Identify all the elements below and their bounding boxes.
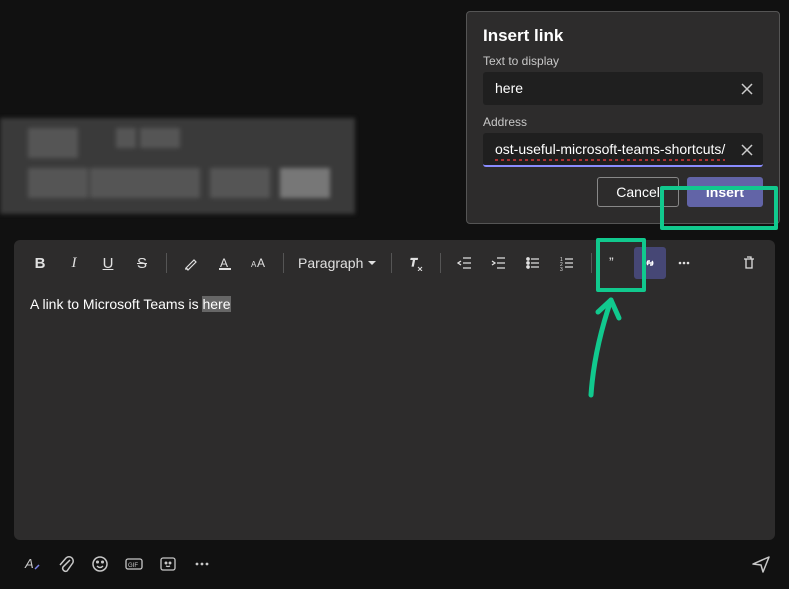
quote-button[interactable]: ” bbox=[600, 247, 632, 279]
svg-text:A: A bbox=[220, 256, 228, 270]
address-field bbox=[483, 133, 763, 167]
svg-text:A: A bbox=[257, 256, 265, 270]
strikethrough-button[interactable]: S bbox=[126, 247, 158, 279]
more-actions-icon[interactable] bbox=[192, 554, 212, 574]
clear-address-icon[interactable] bbox=[739, 142, 755, 158]
dialog-buttons: Cancel Insert bbox=[483, 177, 763, 207]
underline-button[interactable]: U bbox=[92, 247, 124, 279]
message-editor[interactable]: A link to Microsoft Teams is here bbox=[14, 286, 775, 540]
text-to-display-label: Text to display bbox=[483, 54, 763, 68]
text-to-display-input[interactable] bbox=[483, 72, 763, 105]
editor-text: A link to Microsoft Teams is bbox=[30, 296, 202, 312]
svg-text:T: T bbox=[410, 257, 418, 269]
toolbar-divider bbox=[440, 253, 441, 273]
gif-icon[interactable]: GIF bbox=[124, 554, 144, 574]
editor-selection: here bbox=[202, 296, 230, 312]
redacted-header bbox=[0, 118, 355, 214]
svg-text:A: A bbox=[24, 556, 34, 571]
paragraph-label: Paragraph bbox=[298, 255, 363, 271]
highlight-button[interactable] bbox=[175, 247, 207, 279]
paragraph-style-select[interactable]: Paragraph bbox=[292, 247, 383, 279]
composer-actions: A GIF bbox=[22, 549, 771, 579]
cancel-button[interactable]: Cancel bbox=[597, 177, 679, 207]
delete-button[interactable] bbox=[733, 247, 765, 279]
text-to-display-field bbox=[483, 72, 763, 105]
italic-button[interactable]: I bbox=[58, 247, 90, 279]
insert-link-dialog: Insert link Text to display Address Canc… bbox=[466, 11, 780, 224]
toolbar-divider bbox=[166, 253, 167, 273]
address-label: Address bbox=[483, 115, 763, 129]
format-toolbar: B I U S A AA Paragraph T bbox=[14, 240, 775, 286]
font-size-button[interactable]: AA bbox=[243, 247, 275, 279]
outdent-button[interactable] bbox=[449, 247, 481, 279]
indent-button[interactable] bbox=[483, 247, 515, 279]
bold-button[interactable]: B bbox=[24, 247, 56, 279]
insert-button[interactable]: Insert bbox=[687, 177, 763, 207]
clear-formatting-button[interactable]: T bbox=[400, 247, 432, 279]
send-button[interactable] bbox=[751, 554, 771, 574]
toolbar-divider bbox=[591, 253, 592, 273]
svg-text:3: 3 bbox=[560, 267, 563, 271]
svg-text:”: ” bbox=[609, 255, 614, 270]
format-icon[interactable]: A bbox=[22, 554, 42, 574]
svg-text:GIF: GIF bbox=[128, 563, 138, 569]
address-input[interactable] bbox=[483, 133, 763, 167]
clear-text-icon[interactable] bbox=[739, 81, 755, 97]
insert-link-button[interactable] bbox=[634, 247, 666, 279]
emoji-icon[interactable] bbox=[90, 554, 110, 574]
message-composer: B I U S A AA Paragraph T bbox=[14, 240, 775, 540]
attach-icon[interactable] bbox=[56, 554, 76, 574]
more-options-button[interactable] bbox=[668, 247, 700, 279]
toolbar-divider bbox=[283, 253, 284, 273]
toolbar-divider bbox=[391, 253, 392, 273]
font-color-button[interactable]: A bbox=[209, 247, 241, 279]
bulleted-list-button[interactable] bbox=[517, 247, 549, 279]
chevron-down-icon bbox=[367, 258, 377, 268]
numbered-list-button[interactable]: 123 bbox=[551, 247, 583, 279]
dialog-title: Insert link bbox=[483, 26, 763, 46]
sticker-icon[interactable] bbox=[158, 554, 178, 574]
